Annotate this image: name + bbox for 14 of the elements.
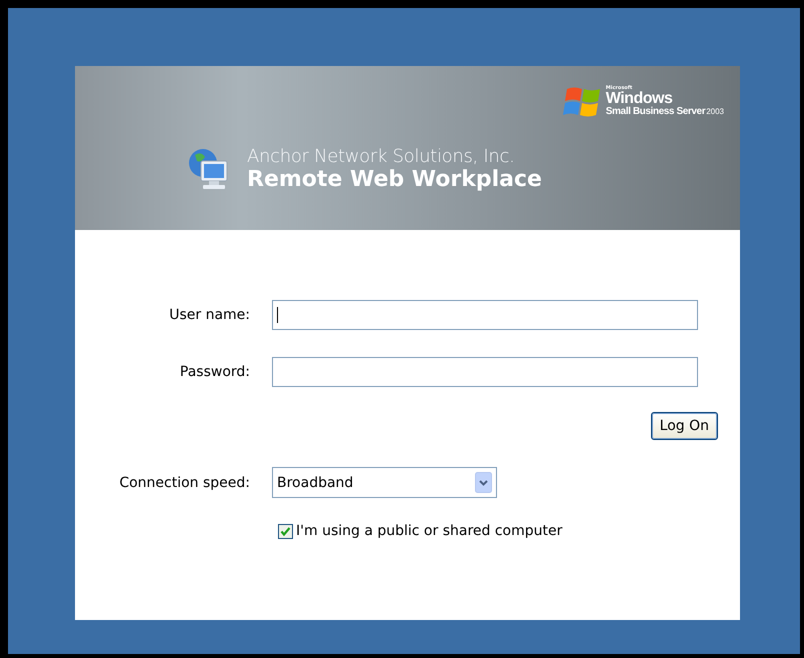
connection-speed-label: Connection speed: [119, 474, 250, 490]
company-name: Anchor Network Solutions, Inc. [247, 146, 516, 167]
password-field[interactable] [272, 357, 698, 387]
username-label: User name: [169, 307, 250, 323]
username-field[interactable] [272, 300, 698, 330]
log-on-button[interactable]: Log On [650, 412, 718, 440]
connection-speed-dropdown[interactable]: Broadband [272, 467, 497, 498]
logo-brand-text: Windows [606, 91, 672, 107]
logo-product-text: Small Business Server [606, 107, 706, 117]
password-label: Password: [180, 364, 250, 380]
page-title: Remote Web Workplace [247, 167, 542, 192]
public-computer-checkbox[interactable] [278, 524, 293, 538]
public-computer-label: I'm using a public or shared computer [296, 523, 562, 539]
logo-year-text: 2003 [706, 108, 724, 116]
